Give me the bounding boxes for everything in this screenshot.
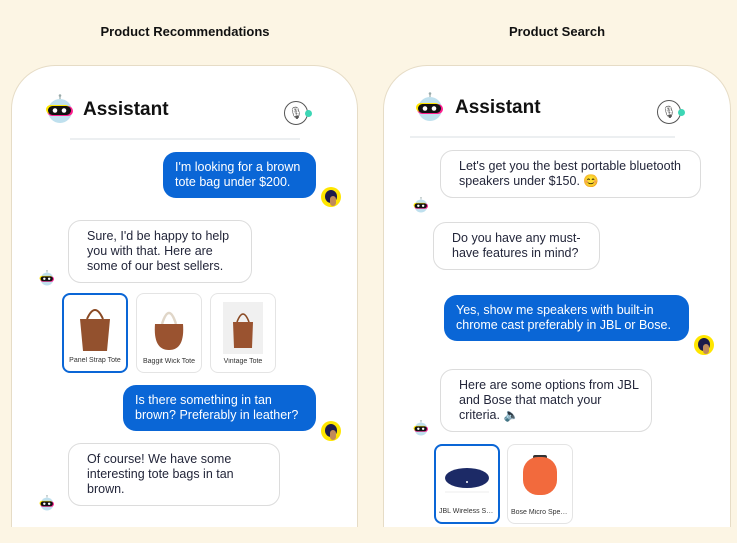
user-avatar xyxy=(321,421,341,441)
bot-message: Sure, I'd be happy to help you with that… xyxy=(68,220,252,283)
product-name: Baggit Wick Tote xyxy=(142,358,195,365)
user-avatar xyxy=(694,335,714,355)
product-card[interactable]: Bose Micro Spea... xyxy=(507,444,573,524)
user-message: I'm looking for a brown tote bag under $… xyxy=(163,152,316,198)
mic-status-dot xyxy=(678,109,685,116)
section-title-recommendations: Product Recommendations xyxy=(100,24,270,39)
product-card[interactable]: Panel Strap Tote xyxy=(62,293,128,373)
bot-message: Here are some options from JBL and Bose … xyxy=(440,369,652,432)
product-name: Vintage Tote xyxy=(223,358,263,365)
section-title-search: Product Search xyxy=(508,24,606,39)
user-avatar xyxy=(321,187,341,207)
product-name: Bose Micro Spea... xyxy=(511,509,571,516)
tote-bag-image xyxy=(223,302,263,354)
bot-avatar-icon xyxy=(39,495,55,511)
bot-avatar-icon xyxy=(413,197,429,213)
bot-message: Let's get you the best portable bluetoot… xyxy=(440,150,701,198)
mic-status-dot xyxy=(305,110,312,117)
assistant-title: Assistant xyxy=(83,99,169,120)
bot-message: Do you have any must-have features in mi… xyxy=(433,222,600,270)
product-name: JBL Wireless Sp... xyxy=(439,508,496,515)
microphone-button[interactable]: 🎙 xyxy=(657,100,685,124)
speaker-image xyxy=(523,455,557,495)
bot-avatar-icon xyxy=(413,420,429,436)
assistant-title: Assistant xyxy=(455,97,541,118)
tote-bag-image xyxy=(154,311,184,350)
product-card[interactable]: Baggit Wick Tote xyxy=(136,293,202,373)
product-card[interactable]: JBL Wireless Sp... xyxy=(434,444,500,524)
product-name: Panel Strap Tote xyxy=(69,357,121,364)
microphone-button[interactable]: 🎙 xyxy=(284,101,312,125)
assistant-robot-icon xyxy=(415,92,445,122)
product-card[interactable]: Vintage Tote xyxy=(210,293,276,373)
assistant-robot-icon xyxy=(45,94,75,124)
header-divider xyxy=(70,138,300,140)
speaker-image xyxy=(445,468,489,493)
tote-bag-image xyxy=(80,309,110,351)
user-message: Yes, show me speakers with built-in chro… xyxy=(444,295,689,341)
user-message: Is there something in tan brown? Prefera… xyxy=(123,385,316,431)
bot-message: Of course! We have some interesting tote… xyxy=(68,443,280,506)
header-divider xyxy=(410,136,675,138)
bot-avatar-icon xyxy=(39,270,55,286)
microphone-icon: 🎙 xyxy=(288,106,304,120)
microphone-icon: 🎙 xyxy=(661,105,677,119)
